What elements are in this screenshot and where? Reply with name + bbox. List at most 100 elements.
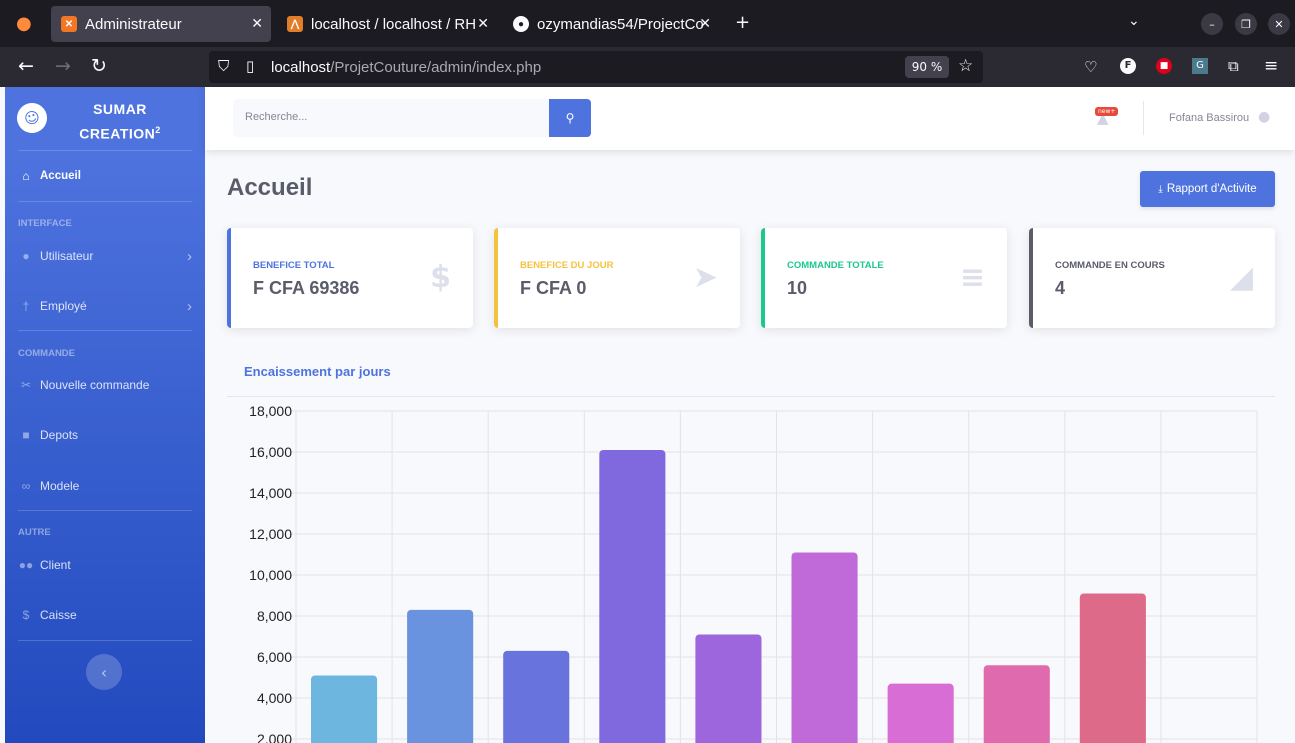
scissors-icon: ✂ — [20, 378, 32, 392]
close-tab-icon[interactable]: ✕ — [251, 15, 263, 32]
menu-icon[interactable]: ≡ — [1264, 56, 1278, 76]
stat-card-commande-totale: COMMANDE TOTALE 10 ≡ — [761, 228, 1007, 328]
chart-bar — [695, 634, 762, 743]
y-tick-label: 12,000 — [249, 526, 292, 542]
window-close-icon[interactable]: ✕ — [1268, 13, 1290, 35]
brand-name: SUMAR CREATION2 — [79, 101, 161, 142]
search-input[interactable]: Recherche... — [233, 99, 549, 137]
tab-administrateur[interactable]: ✕ Administrateur ✕ — [51, 6, 271, 42]
sidebar-heading-interface: INTERFACE — [18, 218, 72, 229]
download-icon: ⤓ — [1158, 183, 1163, 195]
y-tick-label: 4,000 — [257, 690, 292, 706]
y-tick-label: 10,000 — [249, 567, 292, 583]
sidebar-divider — [18, 640, 192, 641]
card-value: 4 — [1055, 278, 1066, 298]
tab-github[interactable]: ● ozymandias54/ProjectCo ✕ — [503, 6, 719, 42]
sidebar-item-employe[interactable]: † Employé › — [18, 296, 192, 316]
sidebar-item-caisse[interactable]: $ Caisse — [18, 605, 77, 625]
maximize-icon[interactable]: ❐ — [1235, 13, 1257, 35]
list-tabs-icon[interactable]: ⌄ — [1128, 13, 1140, 29]
stat-card-benefice-total: BENEFICE TOTAL F CFA 69386 $ — [227, 228, 473, 328]
user-name[interactable]: Fofana Bassirou — [1169, 112, 1249, 124]
dollar-icon: $ — [430, 260, 451, 295]
bar-chart: 18,000 16,000 14,000 12,000 10,000 8,000 6,000… — [249, 403, 1258, 743]
shield-icon[interactable]: ⛉ — [218, 57, 229, 75]
chevron-right-icon: › — [187, 247, 192, 265]
y-tick-label: 2,000 — [257, 731, 292, 743]
extension-f-icon[interactable]: F — [1120, 58, 1136, 74]
card-border — [761, 228, 765, 328]
home-icon: ⌂ — [22, 169, 30, 183]
align-center-icon: ≡ — [959, 260, 985, 295]
stat-card-benefice-du-jour: BENEFICE DU JOUR F CFA 0 ➤ — [494, 228, 740, 328]
paper-plane-icon: ➤ — [692, 260, 718, 295]
close-tab-icon[interactable]: ✕ — [699, 15, 711, 32]
sidebar-divider — [18, 330, 192, 331]
search-button[interactable]: ⚲ — [549, 99, 591, 137]
chart-bar — [311, 675, 378, 743]
browser-tab-bar: ● ✕ Administrateur ✕ ⋀ localhost / local… — [0, 0, 1295, 47]
sidebar-divider — [18, 201, 192, 202]
sidebar-item-utilisateur[interactable]: ● Utilisateur › — [18, 246, 192, 266]
sidebar-item-modele[interactable]: ∞ Modele — [18, 476, 80, 496]
bookmark-star-icon[interactable]: ☆ — [958, 56, 973, 76]
xampp-icon: ✕ — [61, 16, 77, 32]
chart-bar — [407, 609, 474, 743]
y-tick-label: 6,000 — [257, 649, 292, 665]
sidebar-divider — [18, 150, 192, 151]
brand[interactable]: ☺ SUMAR CREATION2 — [5, 87, 205, 150]
url-bar[interactable]: ⛉ ▯ localhost/ProjetCouture/admin/index.… — [209, 51, 983, 83]
area-chart-icon: ◢ — [1229, 260, 1253, 295]
sidebar-item-client[interactable]: ●● Client — [18, 555, 71, 575]
github-icon: ● — [513, 16, 529, 32]
laugh-wink-icon: ☺ — [13, 99, 51, 137]
user-icon: ● — [22, 249, 30, 263]
sidebar-item-accueil[interactable]: ⌂ Accueil — [18, 166, 81, 186]
minimize-icon[interactable]: – — [1201, 13, 1223, 35]
firefox-icon[interactable]: ● — [16, 13, 32, 34]
chart-bar — [887, 683, 954, 743]
sidebar-heading-autre: AUTRE — [18, 527, 51, 538]
sidebar-toggle-button[interactable]: ‹ — [86, 654, 122, 690]
notification-badge[interactable]: new+ — [1095, 107, 1119, 116]
browser-nav-bar: ← → ↻ ⛉ ▯ localhost/ProjetCouture/admin/… — [0, 47, 1295, 87]
url-text[interactable]: localhost/ProjetCouture/admin/index.php — [271, 59, 541, 76]
topbar-divider — [1143, 101, 1144, 135]
forward-icon[interactable]: → — [55, 55, 71, 77]
sidebar-item-nouvelle-commande[interactable]: ✂ Nouvelle commande — [18, 375, 149, 395]
y-tick-label: 18,000 — [249, 403, 292, 419]
card-label: BENEFICE TOTAL — [253, 260, 335, 271]
reload-icon[interactable]: ↻ — [91, 55, 107, 77]
page-title: Accueil — [227, 174, 313, 201]
pocket-icon[interactable]: ♡ — [1084, 58, 1097, 76]
chevron-right-icon: › — [187, 297, 192, 315]
card-value: F CFA 0 — [520, 278, 587, 298]
y-tick-label: 8,000 — [257, 608, 292, 624]
report-button[interactable]: ⤓ Rapport d'Activite — [1140, 171, 1275, 207]
user-avatar-icon[interactable]: ● — [1258, 109, 1270, 125]
extension-g-icon[interactable]: G — [1192, 58, 1208, 74]
chevron-left-icon: ‹ — [100, 662, 108, 682]
card-label: COMMANDE TOTALE — [787, 260, 884, 271]
extensions-puzzle-icon[interactable]: ⧉ — [1228, 57, 1239, 75]
new-tab-icon[interactable]: + — [735, 12, 750, 33]
card-value: 10 — [787, 278, 808, 298]
close-tab-icon[interactable]: ✕ — [477, 15, 489, 32]
zoom-level[interactable]: 90 % — [905, 56, 949, 78]
page-icon[interactable]: ▯ — [246, 57, 254, 75]
chart-card: Encaissement par jours 18,000 16,000 14,00… — [227, 348, 1275, 743]
extension-lock-icon[interactable]: ■ — [1156, 58, 1172, 74]
sidebar: ☺ SUMAR CREATION2 ⌂ Accueil INTERFACE ● … — [5, 87, 205, 743]
sidebar-item-depots[interactable]: ■ Depots — [18, 425, 78, 445]
chart-bar — [503, 650, 570, 743]
card-label: BENEFICE DU JOUR — [520, 260, 614, 271]
back-icon[interactable]: ← — [18, 55, 34, 77]
sidebar-heading-commande: COMMANDE — [18, 348, 75, 359]
chart-bar — [1079, 593, 1146, 743]
binoculars-icon: ∞ — [21, 479, 31, 493]
stat-card-commande-en-cours: COMMANDE EN COURS 4 ◢ — [1029, 228, 1275, 328]
chart-title: Encaissement par jours — [244, 364, 391, 379]
chart-header: Encaissement par jours — [227, 348, 1275, 397]
tab-phpmyadmin[interactable]: ⋀ localhost / localhost / RH ✕ — [277, 6, 497, 42]
card-border — [227, 228, 231, 328]
